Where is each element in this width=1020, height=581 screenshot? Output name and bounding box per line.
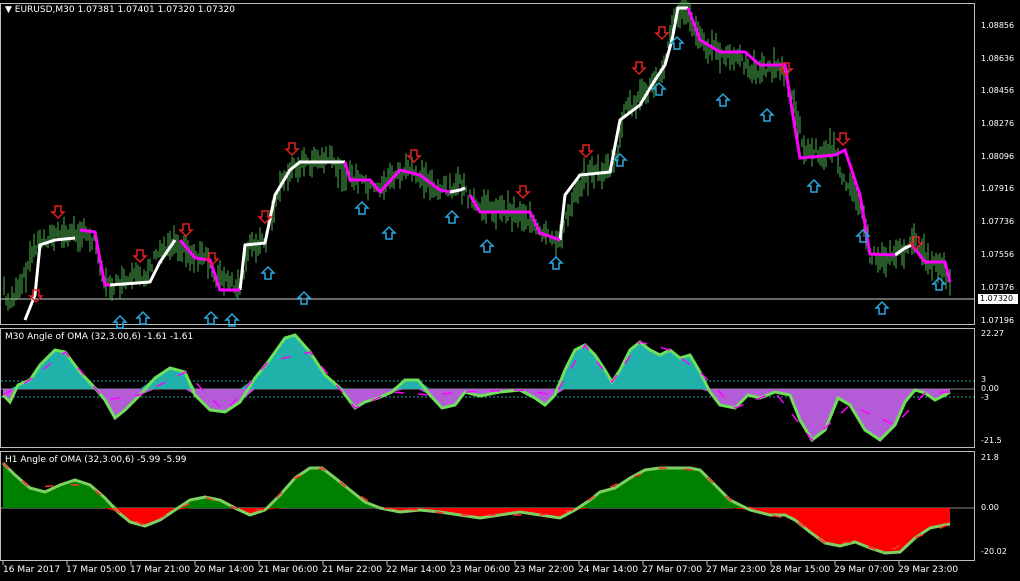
up-arrow-icon	[112, 314, 128, 329]
up-arrow-icon	[354, 200, 370, 215]
up-arrow-icon	[296, 290, 312, 305]
up-arrow-icon	[260, 265, 276, 280]
down-arrow-icon	[178, 223, 194, 238]
up-arrow-icon	[806, 178, 822, 193]
oma-line-up	[238, 160, 345, 291]
down-arrow-icon	[406, 149, 422, 164]
down-arrow-icon	[835, 132, 851, 147]
oma-line-up	[558, 6, 688, 241]
up-arrow-icon	[874, 300, 890, 315]
down-arrow-icon	[654, 26, 670, 41]
up-arrow-icon	[759, 107, 775, 122]
up-arrow-icon	[931, 276, 947, 291]
down-arrow-icon	[631, 61, 647, 76]
up-arrow-icon	[715, 92, 731, 107]
price-bars	[3, 0, 951, 311]
down-arrow-icon	[578, 144, 594, 159]
time-axis-ticks	[2, 561, 900, 565]
up-arrow-icon	[381, 225, 397, 240]
down-arrow-icon	[50, 205, 66, 220]
up-arrow-icon	[651, 81, 667, 96]
oma-line-down	[686, 7, 896, 257]
up-arrow-icon	[224, 312, 240, 327]
up-arrow-icon	[444, 209, 460, 224]
up-arrow-icon	[479, 238, 495, 253]
up-arrow-icon	[548, 255, 564, 270]
chart-graphics	[1, 0, 974, 565]
up-arrow-icon	[203, 310, 219, 325]
down-arrow-icon	[284, 142, 300, 157]
up-arrow-icon	[135, 310, 151, 325]
down-arrow-icon	[132, 249, 148, 264]
down-arrow-icon	[515, 185, 531, 200]
h1-positive-area	[3, 463, 950, 508]
